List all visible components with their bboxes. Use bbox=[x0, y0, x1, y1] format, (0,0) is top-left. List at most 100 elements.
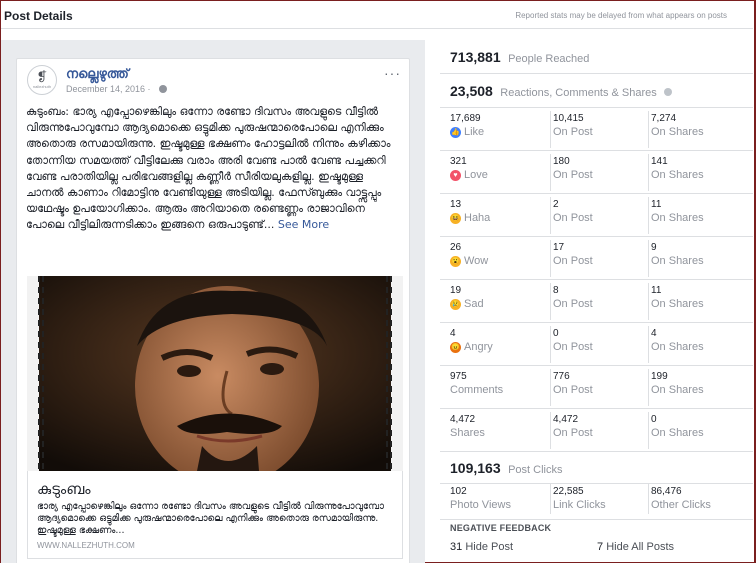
shares-on-shares-value: 0 bbox=[651, 414, 657, 425]
post-image[interactable] bbox=[27, 276, 403, 471]
wow-total-value: 26 bbox=[450, 242, 462, 253]
like-on-post-label: On Post bbox=[553, 126, 593, 138]
haha-on-post: 2 On Post bbox=[550, 197, 593, 234]
like-on-shares: 7,274 On Shares bbox=[648, 111, 704, 148]
angry-on-post-value: 0 bbox=[553, 328, 559, 339]
haha-on-post-label: On Post bbox=[553, 212, 593, 224]
sad-total: 19 😢 Sad bbox=[450, 285, 484, 319]
sad-on-post: 8 On Post bbox=[550, 283, 593, 320]
wow-on-shares: 9 On Shares bbox=[648, 240, 704, 277]
angry-on-post-label: On Post bbox=[553, 341, 593, 353]
like-label-wrap: 👍 Like bbox=[450, 125, 484, 139]
shares-on-shares-label: On Shares bbox=[651, 427, 704, 439]
sad-on-shares-value: 11 bbox=[651, 285, 662, 296]
more-options-icon[interactable]: ··· bbox=[384, 65, 401, 81]
other-clicks-label: Other Clicks bbox=[651, 499, 711, 511]
wow-on-post-label: On Post bbox=[553, 255, 593, 267]
page-title: Post Details bbox=[4, 9, 73, 23]
angry-on-shares-label: On Shares bbox=[651, 341, 704, 353]
angry-on-shares: 4 On Shares bbox=[648, 326, 704, 363]
see-more-link[interactable]: See More bbox=[278, 218, 329, 231]
comments-total-value: 975 bbox=[450, 371, 467, 382]
reaction-row-haha: 13 😆 Haha 2 On Post 11 On Shares bbox=[440, 194, 753, 237]
post-body: കുടുംബം: ഭാര്യ എപ്പോഴെങ്കിലും ഒന്നോ രണ്ട… bbox=[26, 105, 391, 232]
post-text: കുടുംബം: ഭാര്യ എപ്പോഴെങ്കിലും ഒന്നോ രണ്ട… bbox=[26, 104, 402, 234]
love-on-shares-value: 141 bbox=[651, 156, 668, 167]
link-preview[interactable]: കുടുംബം ഭാര്യ എപ്പോഴെങ്കിലും ഒന്നോ രണ്ടോ… bbox=[27, 471, 403, 559]
shares-total-value: 4,472 bbox=[450, 414, 476, 425]
sad-total-value: 19 bbox=[450, 285, 462, 296]
link-domain: WWW.NALLEZHUTH.COM bbox=[37, 541, 135, 550]
post-clicks-value: 109,163 bbox=[450, 460, 501, 476]
info-icon[interactable] bbox=[664, 87, 673, 96]
avatar[interactable]: ❡ nallezhuth bbox=[27, 65, 57, 95]
haha-total-value: 13 bbox=[450, 199, 462, 210]
wow-total: 26 😮 Wow bbox=[450, 242, 488, 276]
shares-on-post-value: 4,472 bbox=[553, 414, 579, 425]
globe-icon bbox=[159, 85, 167, 93]
reaction-row-shares: 4,472 Shares 4,472 On Post 0 On Shares bbox=[440, 409, 753, 452]
comments-on-post-label: On Post bbox=[553, 384, 593, 396]
love-on-post: 180 On Post bbox=[550, 154, 593, 191]
engagement-label: Reactions, Comments & Shares bbox=[500, 87, 657, 99]
love-label-wrap: ♥ Love bbox=[450, 168, 488, 182]
hide-all-stat: 7 Hide All Posts bbox=[597, 541, 674, 553]
reaction-row-wow: 26 😮 Wow 17 On Post 9 On Shares bbox=[440, 237, 753, 280]
post-clicks-label: Post Clicks bbox=[508, 464, 563, 476]
engagement-row: 23,508 Reactions, Comments & Shares bbox=[440, 74, 753, 108]
love-on-post-value: 180 bbox=[553, 156, 570, 167]
link-clicks-label: Link Clicks bbox=[553, 499, 606, 511]
negative-feedback-title: NEGATIVE FEEDBACK bbox=[450, 523, 552, 533]
sad-label-wrap: 😢 Sad bbox=[450, 297, 484, 311]
reaction-row-comments: 975 Comments 776 On Post 199 On Shares bbox=[440, 366, 753, 409]
comments-on-shares: 199 On Shares bbox=[648, 369, 704, 406]
angry-label-wrap: 😠 Angry bbox=[450, 340, 493, 354]
wow-label-wrap: 😮 Wow bbox=[450, 254, 488, 268]
hide-post-label: Hide Post bbox=[465, 541, 514, 553]
sad-on-post-label: On Post bbox=[553, 298, 593, 310]
hide-post-value: 31 bbox=[450, 541, 463, 553]
love-on-post-label: On Post bbox=[553, 169, 593, 181]
reaction-row-like: 17,689 👍 Like 10,415 On Post 7,274 On Shares bbox=[440, 108, 753, 151]
post-clicks-row: 109,163 Post Clicks bbox=[440, 452, 753, 484]
wow-on-post-value: 17 bbox=[553, 242, 565, 253]
page-name-link[interactable]: നല്ലെഴുത്ത് bbox=[66, 66, 129, 82]
hide-all-value: 7 bbox=[597, 541, 604, 553]
shares-on-post-label: On Post bbox=[553, 427, 593, 439]
wow-on-shares-value: 9 bbox=[651, 242, 657, 253]
photo-views-label: Photo Views bbox=[450, 499, 511, 511]
love-icon: ♥ bbox=[450, 169, 461, 181]
haha-label: Haha bbox=[464, 212, 491, 224]
comments-label: Comments bbox=[450, 384, 504, 396]
comments-on-post-value: 776 bbox=[553, 371, 570, 382]
hide-post-stat: 31 Hide Post bbox=[450, 541, 513, 553]
comments-label-wrap: Comments bbox=[450, 383, 503, 397]
love-label: Love bbox=[464, 169, 488, 181]
sad-icon: 😢 bbox=[450, 298, 461, 310]
haha-label-wrap: 😆 Haha bbox=[450, 211, 490, 225]
haha-total: 13 😆 Haha bbox=[450, 199, 490, 233]
reaction-row-sad: 19 😢 Sad 8 On Post 11 On Shares bbox=[440, 280, 753, 323]
like-total: 17,689 👍 Like bbox=[450, 113, 484, 147]
like-label: Like bbox=[464, 126, 485, 138]
love-total-value: 321 bbox=[450, 156, 467, 167]
wow-on-post: 17 On Post bbox=[550, 240, 593, 277]
comments-on-shares-value: 199 bbox=[651, 371, 668, 382]
delay-note: Reported stats may be delayed from what … bbox=[515, 11, 727, 20]
like-on-post: 10,415 On Post bbox=[550, 111, 593, 148]
haha-icon: 😆 bbox=[450, 212, 461, 224]
angry-total-value: 4 bbox=[450, 328, 456, 339]
sad-on-shares-label: On Shares bbox=[651, 298, 704, 310]
wow-icon: 😮 bbox=[450, 255, 461, 267]
post-date[interactable]: December 14, 2016 · bbox=[66, 84, 151, 94]
hide-all-label: Hide All Posts bbox=[606, 541, 675, 553]
reaction-row-angry: 4 😠 Angry 0 On Post 4 On Shares bbox=[440, 323, 753, 366]
haha-on-post-value: 2 bbox=[553, 199, 559, 210]
photo-views: 102 Photo Views bbox=[450, 486, 511, 520]
link-title[interactable]: കുടുംബം bbox=[37, 480, 91, 498]
shares-label: Shares bbox=[450, 427, 485, 439]
click-breakdown-row: 102 Photo Views 22,585 Link Clicks 86,47… bbox=[440, 484, 753, 520]
sad-on-shares: 11 On Shares bbox=[648, 283, 704, 320]
like-icon: 👍 bbox=[450, 126, 461, 138]
shares-total: 4,472 Shares bbox=[450, 414, 485, 448]
